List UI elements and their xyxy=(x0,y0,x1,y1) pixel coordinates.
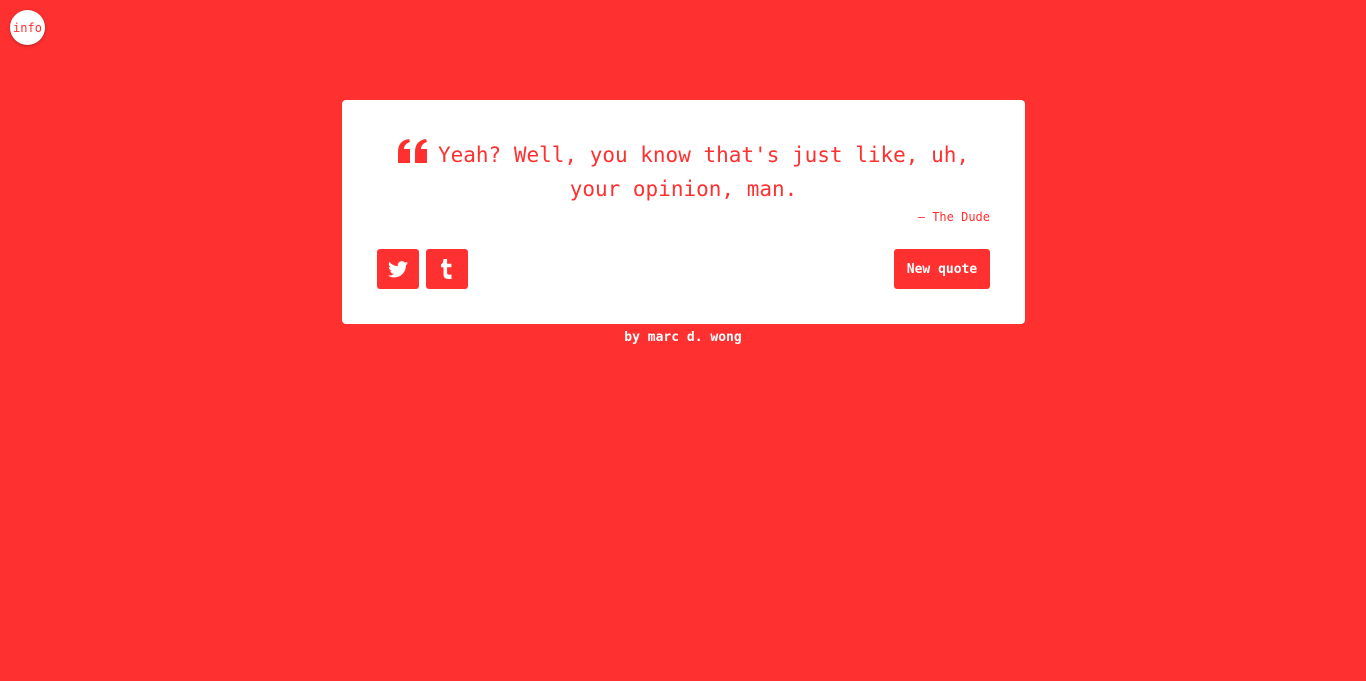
quote-card: Yeah? Well, you know that's just like, u… xyxy=(342,100,1025,324)
quote-text: Yeah? Well, you know that's just like, u… xyxy=(437,143,969,201)
twitter-icon xyxy=(388,260,408,277)
quote-author: — The Dude xyxy=(917,210,990,224)
info-button[interactable]: info xyxy=(10,10,45,45)
quote-left-icon xyxy=(397,139,427,163)
tweet-button[interactable] xyxy=(377,249,419,289)
new-quote-button[interactable]: New quote xyxy=(894,249,990,289)
footer-credit: by marc d. wong xyxy=(624,330,742,345)
tumblr-button[interactable] xyxy=(426,249,468,289)
tumblr-icon xyxy=(441,259,452,279)
quote-block: Yeah? Well, you know that's just like, u… xyxy=(377,138,990,206)
